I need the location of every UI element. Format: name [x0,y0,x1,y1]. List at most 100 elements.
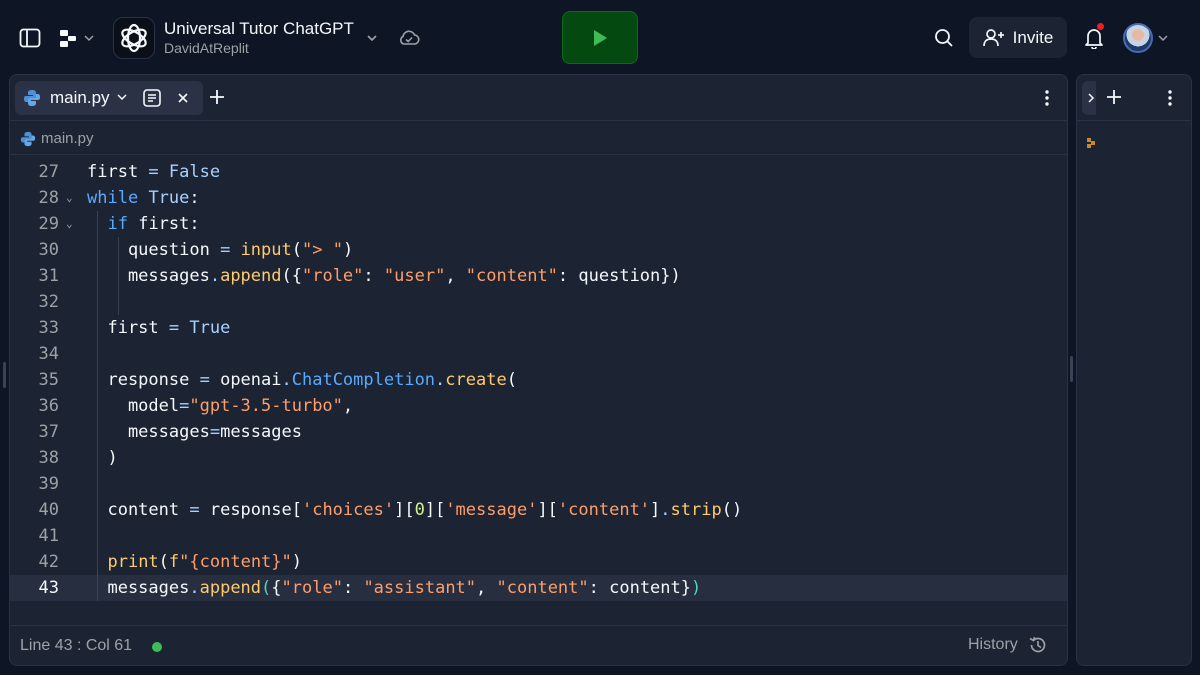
code-text: print(f"{content}") [107,552,303,572]
code-line[interactable]: 30 question = input("> ") [10,237,1067,263]
code-text: response = openai.ChatCompletion.create( [87,370,517,390]
search-icon [935,29,953,47]
code-text: question = input("> ") [87,240,354,260]
history-icon [1029,636,1046,653]
editor-tab-bar: main.py [10,75,1067,121]
code-line[interactable]: 40 content = response['choices'][0]['mes… [10,497,1067,523]
line-number: 40 [38,500,59,520]
chevron-down-icon[interactable] [115,90,129,104]
status-bar: Line 43 : Col 61 History [10,625,1067,665]
code-text: messages=messages [87,422,302,442]
account-menu[interactable] [1120,21,1172,55]
history-label: History [968,636,1018,653]
line-number: 29 [38,214,59,234]
file-tab-main-py[interactable]: main.py [15,81,203,115]
code-line[interactable]: 28 ⌄ while True: [10,185,1067,211]
notification-dot [1096,22,1105,31]
code-line[interactable]: 37 messages=messages [10,419,1067,445]
left-resize-handle[interactable] [3,362,6,388]
indent-guide [97,211,99,601]
openai-logo-icon [121,23,147,53]
right-panel-options-button[interactable] [1161,86,1179,110]
line-number: 37 [38,422,59,442]
user-plus-icon [982,28,1004,46]
repl-logo[interactable] [113,17,155,59]
line-number: 28 [38,188,59,208]
line-number: 31 [38,266,59,286]
document-outline-icon[interactable] [141,87,163,109]
line-number: 32 [38,292,59,312]
new-tab-button[interactable] [206,86,228,108]
file-tab-label: main.py [50,88,110,107]
chevron-down-icon [367,35,377,42]
code-line[interactable]: 31 messages.append({"role": "user", "con… [10,263,1067,289]
more-vertical-icon [1168,90,1172,106]
code-editor[interactable]: 27 first = False 28 ⌄ while True: 29 ⌄ if firs… [10,156,1067,622]
breadcrumb: main.py [10,122,1067,155]
panel-resize-handle[interactable] [1070,356,1073,382]
close-icon[interactable] [174,89,192,107]
code-line[interactable]: 32 [10,289,1067,315]
code-line[interactable]: 35 response = openai.ChatCompletion.crea… [10,367,1067,393]
cloud-check-icon [400,30,420,45]
line-number: 42 [38,552,59,572]
right-panel-tab[interactable] [1082,81,1096,115]
history-button[interactable]: History [968,635,1048,655]
run-button[interactable] [562,11,638,64]
notifications-button[interactable] [1078,22,1110,54]
search-button[interactable] [928,24,960,52]
code-line[interactable]: 34 [10,341,1067,367]
spaces-menu-button[interactable] [54,24,100,52]
breadcrumb-file[interactable]: main.py [41,130,94,147]
code-line[interactable]: 43 messages.append({"role": "assistant",… [10,575,1067,601]
line-number: 30 [38,240,59,260]
code-line[interactable]: 38 ) [10,445,1067,471]
sync-status[interactable] [396,26,422,50]
code-text: model="gpt-3.5-turbo", [87,396,354,416]
code-line[interactable]: 29 ⌄ if first: [10,211,1067,237]
code-text: first = True [87,318,231,338]
code-line[interactable]: 27 first = False [10,159,1067,185]
line-number: 43 [38,578,59,598]
invite-label: Invite [1012,27,1054,47]
repl-owner[interactable]: DavidAtReplit [164,40,249,56]
python-file-icon [20,131,36,147]
line-number: 34 [38,344,59,364]
code-text: messages.append({"role": "user", "conten… [87,266,681,286]
code-text: while True: [87,188,200,208]
code-line[interactable]: 41 [10,523,1067,549]
console-prompt-icon [1087,138,1095,148]
python-file-icon [24,90,40,106]
line-number: 36 [38,396,59,416]
code-text: content = response['choices'][0]['messag… [87,500,743,520]
code-line[interactable]: 33 first = True [10,315,1067,341]
code-line[interactable]: 36 model="gpt-3.5-turbo", [10,393,1067,419]
fold-chevron-icon[interactable]: ⌄ [66,185,78,211]
spaces-icon [60,30,76,47]
line-number: 39 [38,474,59,494]
more-vertical-icon [1045,90,1049,106]
indent-guide [117,237,119,315]
code-text: messages.append({"role": "assistant", "c… [87,578,702,598]
chevron-right-icon [1088,93,1095,103]
lsp-status-indicator[interactable] [152,642,162,652]
right-panel-new-tab-button[interactable] [1103,86,1125,108]
right-panel [1076,74,1192,666]
code-text: if first: [107,214,200,234]
code-text: first = False [87,162,221,182]
plus-icon [210,90,224,104]
editor-options-button[interactable] [1038,86,1056,110]
right-panel-tab-bar [1077,75,1191,121]
avatar [1123,23,1153,53]
chevron-down-icon [1158,35,1168,42]
sidebar-toggle-button[interactable] [14,24,46,52]
repl-info-chevron[interactable] [362,28,382,48]
line-number: 33 [38,318,59,338]
code-line[interactable]: 42 print(f"{content}") [10,549,1067,575]
invite-button[interactable]: Invite [969,17,1067,58]
fold-chevron-icon[interactable]: ⌄ [66,211,78,237]
line-number: 38 [38,448,59,468]
cursor-position[interactable]: Line 43 : Col 61 [20,637,132,655]
code-line[interactable]: 39 [10,471,1067,497]
repl-title[interactable]: Universal Tutor ChatGPT [164,19,354,39]
